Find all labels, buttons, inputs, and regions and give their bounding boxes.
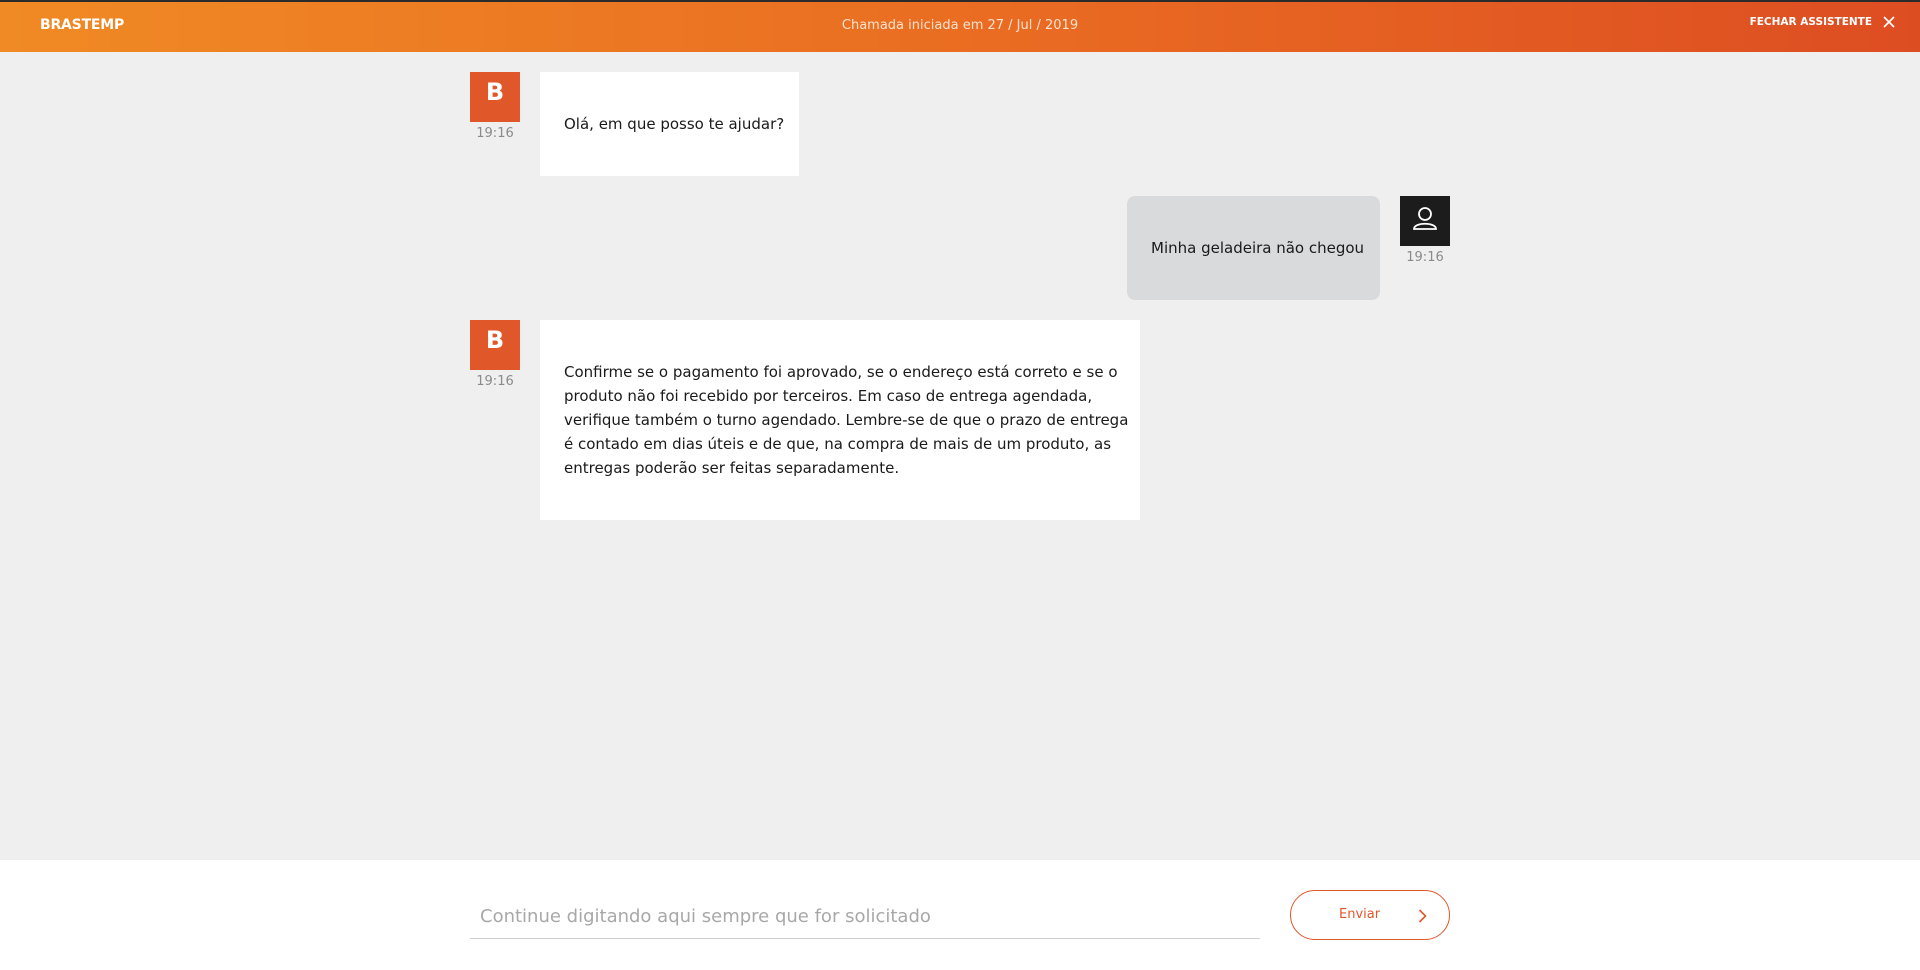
user-avatar xyxy=(1400,196,1450,246)
close-assistant-label: FECHAR ASSISTENTE xyxy=(1749,16,1872,28)
send-button-label: Enviar xyxy=(1339,907,1381,922)
brastemp-b-icon: B xyxy=(486,326,504,354)
message-time: 19:16 xyxy=(1406,250,1444,265)
chat-area[interactable]: B 19:16 Olá, em que posso te ajudar? Min… xyxy=(0,52,1920,860)
call-started-title: Chamada iniciada em 27 / Jul / 2019 xyxy=(841,18,1079,33)
bot-message-line: verifique também o turno agendado. Lembr… xyxy=(564,411,1129,429)
header-bar: BRASTEMP Chamada iniciada em 27 / Jul / … xyxy=(0,0,1920,52)
brastemp-b-icon: B xyxy=(486,78,504,106)
close-icon[interactable] xyxy=(1882,15,1896,29)
user-message-bubble: Minha geladeira não chegou xyxy=(1127,196,1380,300)
message-time: 19:16 xyxy=(476,374,514,389)
bot-message-line: Confirme se o pagamento foi aprovado, se… xyxy=(564,363,1118,381)
message-time: 19:16 xyxy=(476,126,514,141)
bot-message-line: é contado em dias úteis e de que, na com… xyxy=(564,435,1112,453)
message-input[interactable] xyxy=(470,895,1260,939)
bot-message-text: Olá, em que posso te ajudar? xyxy=(564,115,785,133)
composer-bar: Enviar xyxy=(0,860,1920,970)
chevron-right-icon xyxy=(1418,909,1427,923)
bot-message-bubble: Olá, em que posso te ajudar? xyxy=(540,72,799,176)
user-message-text: Minha geladeira não chegou xyxy=(1151,239,1365,257)
bot-avatar: B xyxy=(470,72,520,122)
bot-message-bubble: Confirme se o pagamento foi aprovado, se… xyxy=(540,320,1140,520)
bot-avatar: B xyxy=(470,320,520,370)
bot-message-line: produto não foi recebido por terceiros. … xyxy=(564,387,1093,405)
send-button[interactable]: Enviar xyxy=(1290,890,1450,940)
bot-message-line: entregas poderão ser feitas separadament… xyxy=(564,459,900,477)
close-assistant-button[interactable]: FECHAR ASSISTENTE xyxy=(1750,15,1896,29)
